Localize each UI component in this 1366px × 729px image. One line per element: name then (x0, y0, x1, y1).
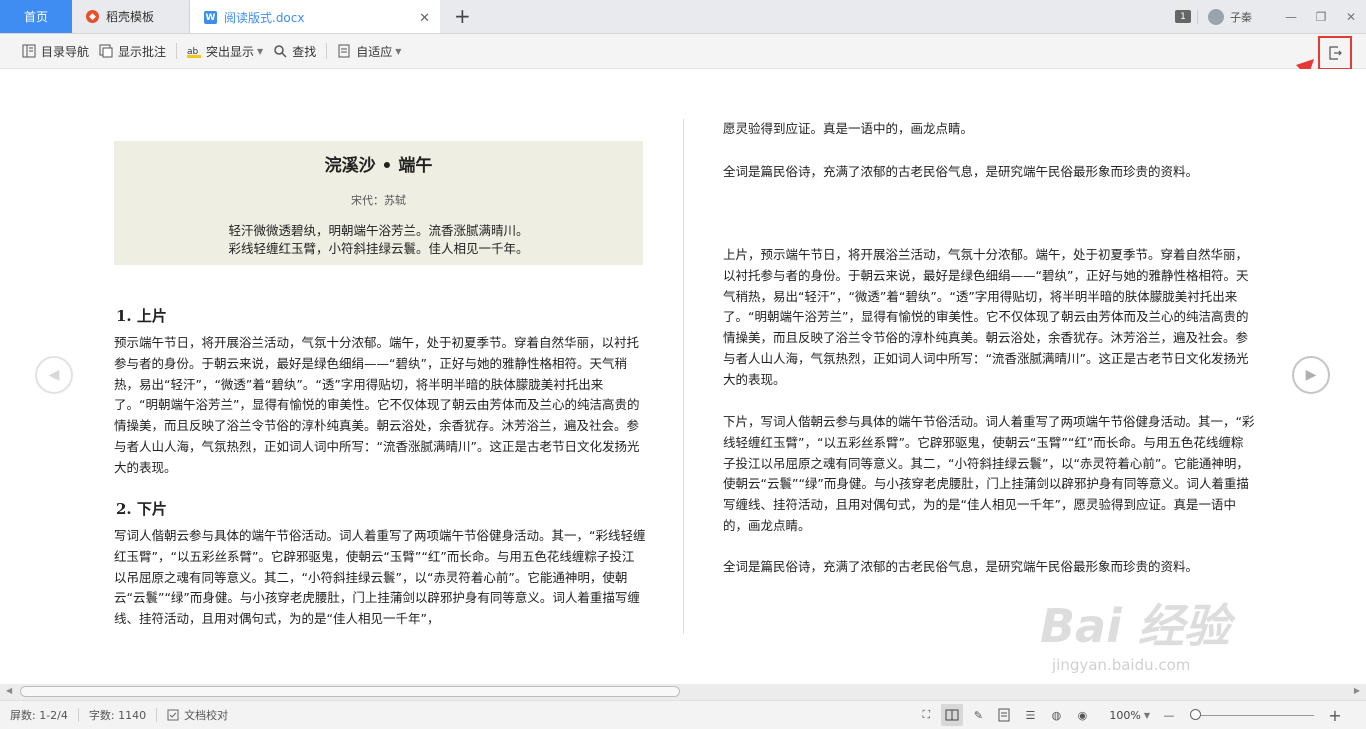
tab-bar: 首页 ◆ 稻壳模板 W 阅读版式.docx ✕ + 1 子秦 — ❐ ✕ (0, 0, 1366, 34)
section-heading: 1. 上片 (116, 307, 167, 325)
zoom-slider-knob[interactable] (1190, 709, 1201, 720)
reading-layout-icon[interactable] (941, 704, 964, 726)
show-comments-button[interactable]: 显示批注 (99, 43, 166, 60)
minimize-icon[interactable]: — (1276, 10, 1306, 24)
divider (176, 43, 178, 59)
paragraph: 写词人偕朝云参与具体的端午节俗活动。词人着重写了两项端午节俗健身活动。其一，“彩… (114, 528, 646, 627)
reading-toolbar: 目录导航 显示批注 ab 突出显示 ▼ 查找 自适应 ▼ (0, 34, 1366, 70)
chevron-right-icon: ▶ (1305, 367, 1317, 383)
chevron-left-icon: ◀ (48, 367, 60, 383)
divider (326, 43, 328, 59)
window-controls: 1 子秦 — ❐ ✕ (1175, 0, 1366, 33)
tab-document[interactable]: W 阅读版式.docx ✕ (190, 0, 440, 33)
tab-document-label: 阅读版式.docx (224, 11, 305, 25)
toc-icon (22, 44, 36, 58)
search-icon (274, 45, 287, 58)
chevron-down-icon[interactable]: ▼ (1144, 711, 1150, 720)
web-view-icon[interactable]: ◍ (1045, 704, 1067, 726)
highlight-button[interactable]: ab 突出显示 ▼ (187, 43, 263, 60)
find-label: 查找 (292, 44, 317, 59)
proofread-label: 文档校对 (184, 709, 229, 722)
status-bar: 屏数: 1-2/4 字数: 1140 文档校对 ⛶ ✎ ☰ ◍ ◉ 100% ▼… (0, 700, 1366, 729)
paragraph: 预示端午节日，将开展浴兰活动，气氛十分浓郁。端午，处于初夏季节。穿着自然华丽，以… (114, 335, 640, 475)
poem-box: 浣溪沙 • 端午 宋代：苏轼 轻汗微微透碧纨，明朝端午浴芳兰。流香涨腻满晴川。 … (114, 141, 643, 265)
exit-icon (1329, 46, 1342, 60)
poem-title: 浣溪沙 • 端午 (324, 156, 433, 176)
fit-button[interactable]: 自适应 ▼ (337, 43, 401, 60)
tab-template[interactable]: ◆ 稻壳模板 (72, 0, 190, 33)
close-window-icon[interactable]: ✕ (1336, 10, 1366, 24)
toc-nav-label: 目录导航 (41, 44, 90, 59)
zoom-in-icon[interactable]: + (1324, 704, 1346, 726)
view-controls: ⛶ ✎ ☰ ◍ ◉ 100% ▼ — + (911, 701, 1366, 729)
section-heading: 2. 下片 (116, 500, 167, 518)
screen-count: 屏数: 1-2/4 (10, 709, 68, 722)
tab-home[interactable]: 首页 (0, 0, 72, 33)
scroll-right-icon[interactable]: ▶ (1354, 686, 1360, 695)
prev-page-button[interactable]: ◀ (35, 356, 73, 394)
word-count[interactable]: 字数: 1140 (89, 707, 146, 723)
window-count-badge[interactable]: 1 (1175, 10, 1191, 23)
paragraph: 愿灵验得到应证。真是一语中的，画龙点睛。 (723, 121, 974, 136)
highlight-icon: ab (187, 47, 202, 58)
paragraph: 下片，写词人偕朝云参与具体的端午节俗活动。词人着重写了两项端午节俗健身活动。其一… (723, 414, 1255, 533)
divider (156, 708, 158, 722)
tab-home-label: 首页 (23, 10, 48, 24)
toc-nav-button[interactable]: 目录导航 (22, 43, 89, 60)
poem-line: 彩线轻缠红玉臂，小符斜挂绿云鬟。佳人相见一千年。 (228, 241, 529, 256)
comment-icon (99, 44, 113, 58)
word-doc-icon: W (204, 11, 217, 24)
highlight-label: 突出显示 (206, 44, 255, 59)
edit-pen-icon[interactable]: ✎ (967, 704, 989, 726)
zoom-track (1196, 715, 1314, 716)
avatar[interactable] (1208, 8, 1224, 25)
page-fit-icon (338, 44, 350, 58)
close-tab-icon[interactable]: ✕ (419, 11, 430, 26)
chevron-down-icon: ▼ (395, 46, 402, 56)
zoom-slider[interactable] (1190, 709, 1320, 721)
scrollbar-thumb[interactable] (20, 686, 680, 697)
paragraph: 上片，预示端午节日，将开展浴兰活动，气氛十分浓郁。端午，处于初夏季节。穿着自然华… (723, 247, 1249, 387)
find-button[interactable]: 查找 (273, 43, 316, 60)
exit-reading-mode-button[interactable] (1318, 36, 1352, 70)
fit-label: 自适应 (356, 44, 393, 59)
divider (77, 708, 79, 722)
outline-view-icon[interactable]: ☰ (1019, 704, 1041, 726)
chevron-down-icon: ▼ (257, 46, 264, 56)
restore-icon[interactable]: ❐ (1306, 10, 1336, 24)
show-comments-label: 显示批注 (118, 44, 167, 59)
page-view-icon[interactable] (993, 704, 1015, 726)
poem-author: 宋代：苏轼 (351, 194, 406, 207)
user-name[interactable]: 子秦 (1230, 9, 1252, 25)
tab-template-label: 稻壳模板 (106, 10, 155, 24)
watermark-logo: Bai 经验 (1040, 599, 1230, 653)
zoom-out-icon[interactable]: — (1158, 704, 1180, 726)
zoom-level[interactable]: 100% (1109, 709, 1140, 722)
new-tab-button[interactable]: + (454, 4, 471, 28)
proofread-icon (167, 709, 179, 721)
scroll-left-icon[interactable]: ◀ (6, 686, 12, 695)
paragraph: 全词是篇民俗诗，充满了浓郁的古老民俗气息，是研究端午民俗最形象而珍贵的资料。 (723, 559, 1199, 574)
fullscreen-icon[interactable]: ⛶ (915, 704, 937, 726)
next-page-button[interactable]: ▶ (1292, 356, 1330, 394)
proofread-button[interactable]: 文档校对 (167, 707, 228, 723)
daoke-logo-icon: ◆ (86, 10, 99, 23)
paragraph: 全词是篇民俗诗，充满了浓郁的古老民俗气息，是研究端午民俗最形象而珍贵的资料。 (723, 164, 1199, 179)
divider (1197, 9, 1198, 24)
page-divider (683, 119, 684, 634)
watermark-url: jingyan.baidu.com (1052, 656, 1191, 674)
baidu-jingyan-watermark: Bai 经验 jingyan.baidu.com (1040, 590, 1270, 690)
eye-protection-icon[interactable]: ◉ (1071, 704, 1093, 726)
poem-line: 轻汗微微透碧纨，明朝端午浴芳兰。流香涨腻满晴川。 (228, 223, 529, 238)
